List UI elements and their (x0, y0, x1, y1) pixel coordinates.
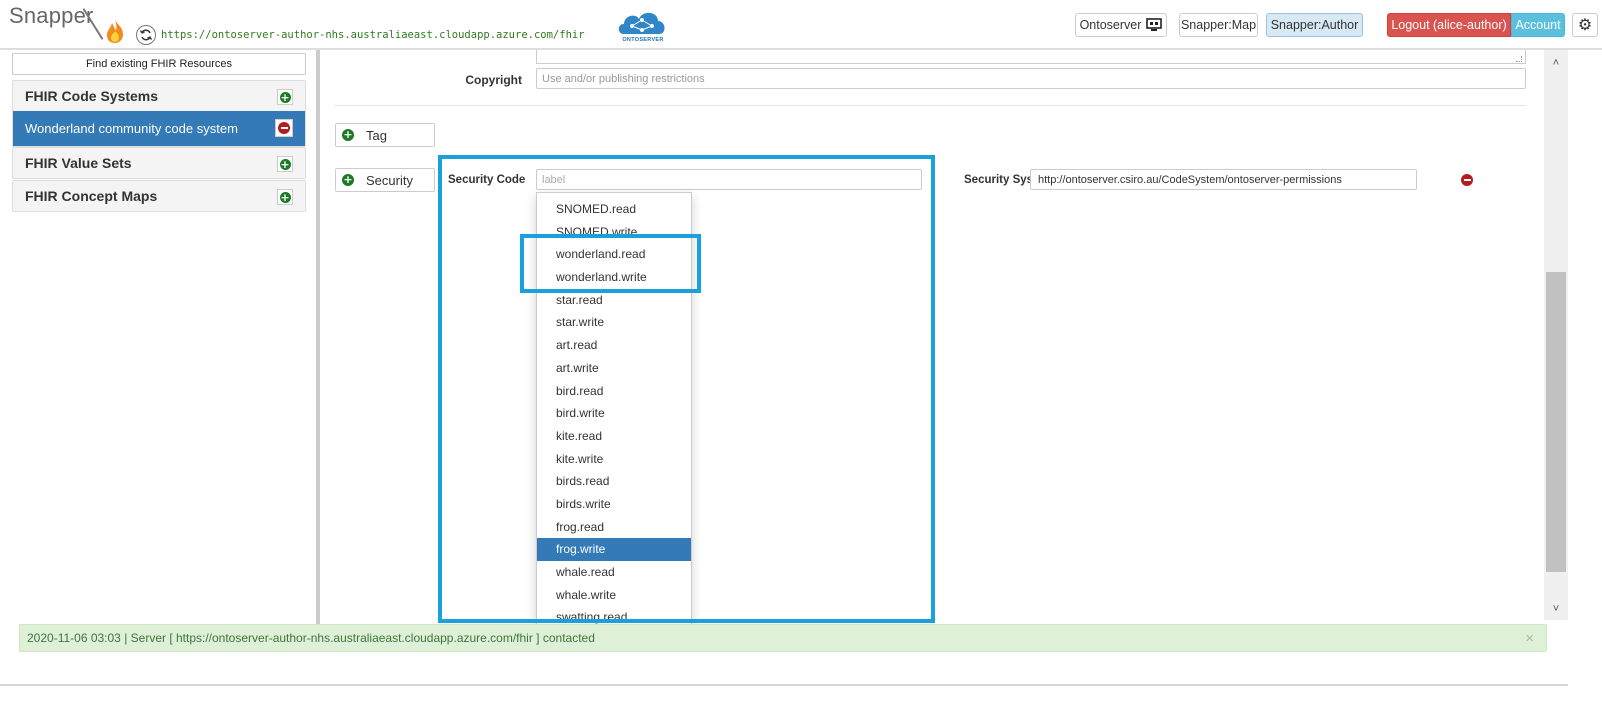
add-security-button[interactable]: + Security (335, 168, 435, 192)
copyright-input[interactable] (536, 68, 1526, 89)
minus-icon (1463, 179, 1471, 181)
ontoserver-button[interactable]: Ontoserver (1075, 13, 1167, 37)
ontoserver-button-label: Ontoserver (1079, 18, 1142, 32)
add-value-set-button[interactable]: + (277, 156, 293, 172)
dropdown-option[interactable]: frog.read (537, 516, 691, 539)
plus-icon: + (279, 190, 291, 204)
server-url[interactable]: https://ontoserver-author-nhs.australiae… (161, 29, 585, 41)
monitor-icon (1146, 18, 1163, 31)
remove-security-button[interactable] (1461, 174, 1473, 186)
logout-button-label: Logout (alice-author) (1391, 18, 1507, 32)
section-divider (334, 105, 1526, 106)
brand-name: Snapper (9, 3, 94, 28)
scroll-up-icon[interactable]: ˄ (1544, 54, 1568, 72)
dropdown-option[interactable]: wonderland.write (537, 266, 691, 289)
dropdown-option[interactable]: art.read (537, 334, 691, 357)
plus-icon: + (279, 90, 291, 104)
dropdown-option[interactable]: wonderland.read (537, 243, 691, 266)
dropdown-option[interactable]: birds.read (537, 470, 691, 493)
description-textarea[interactable] (536, 50, 1526, 64)
refresh-button[interactable] (136, 25, 156, 45)
dropdown-option[interactable]: star.write (537, 311, 691, 334)
add-concept-map-button[interactable]: + (277, 189, 293, 205)
dropdown-option[interactable]: whale.read (537, 561, 691, 584)
sidebar-group-header[interactable]: FHIR Value Sets + (13, 148, 305, 178)
flame-icon (107, 19, 123, 43)
snapper-author-button-label: Snapper:Author (1270, 18, 1359, 32)
dropdown-option[interactable]: kite.read (537, 425, 691, 448)
account-button[interactable]: Account (1511, 13, 1565, 37)
security-code-dropdown[interactable]: SNOMED.read SNOMED.write wonderland.read wo… (536, 192, 692, 634)
dropdown-option[interactable]: art.write (537, 357, 691, 380)
main-scrollbar[interactable]: ˄ ˅ (1544, 50, 1568, 620)
snapper-map-button-label: Snapper:Map (1180, 18, 1257, 32)
add-tag-button[interactable]: + Tag (335, 123, 435, 147)
logout-button[interactable]: Logout (alice-author) (1387, 13, 1511, 37)
minus-icon (278, 122, 290, 134)
security-code-label: Security Code (448, 174, 526, 186)
dropdown-option[interactable]: whale.write (537, 584, 691, 607)
resize-grip-icon[interactable] (1516, 56, 1522, 62)
snapper-author-button[interactable]: Snapper:Author (1266, 13, 1363, 37)
sidebar-group-code-systems: FHIR Code Systems + Wonderland community… (12, 80, 306, 147)
dropdown-option[interactable]: star.read (537, 289, 691, 312)
status-message: 2020-11-06 03:03 | Server [ https://onto… (27, 631, 595, 645)
snapper-map-button[interactable]: Snapper:Map (1179, 13, 1258, 37)
security-system-input[interactable] (1030, 169, 1417, 190)
copyright-label: Copyright (465, 73, 522, 87)
scroll-down-icon[interactable]: ˅ (1544, 600, 1568, 618)
main-panel: Copyright + Tag + Security Security Code… (324, 50, 1544, 634)
sidebar-group-concept-maps: FHIR Concept Maps + (12, 180, 306, 212)
gear-icon: ⚙ (1577, 17, 1593, 34)
dropdown-option[interactable]: bird.read (537, 380, 691, 403)
find-resources-button[interactable]: Find existing FHIR Resources (12, 53, 306, 75)
dropdown-option[interactable]: SNOMED.read (537, 198, 691, 221)
dropdown-option[interactable]: kite.write (537, 448, 691, 471)
sidebar-group-header[interactable]: FHIR Concept Maps + (13, 181, 305, 211)
sidebar: Find existing FHIR Resources FHIR Code S… (0, 50, 320, 634)
dropdown-option[interactable]: birds.write (537, 493, 691, 516)
add-code-system-button[interactable]: + (277, 89, 293, 105)
ontoserver-logo-text: ONTOSERVER (622, 37, 664, 43)
sidebar-item-wonderland[interactable]: Wonderland community code system (13, 111, 305, 146)
dropdown-option[interactable]: bird.write (537, 402, 691, 425)
plus-icon: + (342, 128, 354, 141)
status-bar: 2020-11-06 03:03 | Server [ https://onto… (19, 624, 1547, 652)
bottom-divider (0, 684, 1568, 686)
plus-icon: + (342, 173, 354, 186)
sidebar-group-label: FHIR Concept Maps (25, 188, 158, 204)
add-security-button-label: Security (366, 172, 413, 188)
dropdown-option[interactable]: frog.write (537, 538, 691, 561)
sidebar-group-label: FHIR Code Systems (25, 88, 159, 104)
sidebar-group-label: FHIR Value Sets (25, 155, 132, 171)
remove-code-system-button[interactable] (275, 119, 293, 137)
plus-icon: + (279, 157, 291, 171)
settings-button[interactable]: ⚙ (1572, 13, 1598, 37)
sidebar-group-value-sets: FHIR Value Sets + (12, 147, 306, 179)
sidebar-item-label: Wonderland community code system (25, 121, 238, 136)
scroll-thumb[interactable] (1546, 272, 1566, 572)
close-icon[interactable]: × (1525, 630, 1534, 647)
account-button-label: Account (1515, 18, 1561, 32)
security-code-input[interactable] (536, 169, 922, 190)
sidebar-group-header[interactable]: FHIR Code Systems + (13, 81, 305, 111)
refresh-icon (139, 29, 153, 41)
app-header: Snapper https://ontoserver-author-nhs.au… (0, 0, 1602, 50)
add-tag-button-label: Tag (366, 127, 387, 143)
dropdown-option[interactable]: SNOMED.write (537, 221, 691, 244)
